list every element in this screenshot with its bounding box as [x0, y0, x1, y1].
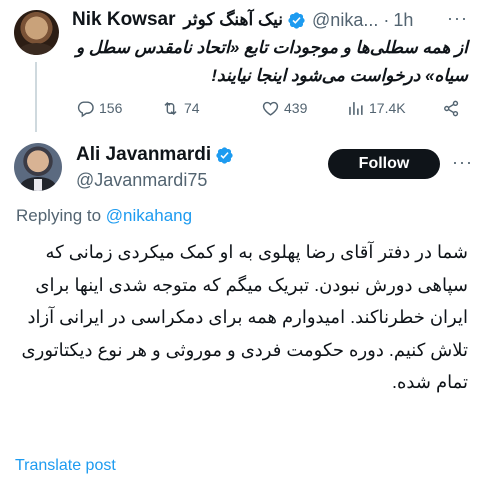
replying-to: Replying to @nikahang — [16, 206, 192, 226]
parent-tweet[interactable]: Nik Kowsar نیک آهنگ کوثر @nika... · 1h ·… — [0, 0, 482, 132]
thread-line — [35, 62, 37, 132]
reply-icon — [77, 100, 94, 117]
avatar[interactable] — [14, 143, 62, 191]
author-name-row: Ali Javanmardi — [76, 144, 234, 166]
like-icon — [262, 101, 279, 116]
more-icon[interactable]: ··· — [452, 152, 473, 173]
share-button[interactable] — [442, 99, 465, 118]
author-name[interactable]: Nik Kowsar — [72, 9, 175, 31]
tweet-text: از همه سطلی‌ها و موجودات تابع «اتحاد نام… — [75, 38, 468, 85]
retweet-icon — [164, 101, 177, 115]
reply-tweet[interactable]: Ali Javanmardi @Javanmardi75 Follow ··· … — [0, 132, 482, 500]
author-name[interactable]: Ali Javanmardi — [76, 144, 211, 166]
verified-badge-icon — [288, 11, 305, 29]
retweet-button[interactable]: 74 — [161, 99, 200, 118]
more-icon[interactable]: ··· — [447, 8, 468, 29]
translate-post-link[interactable]: Translate post — [15, 457, 116, 475]
views-icon — [349, 101, 363, 115]
views-count: 17.4K — [369, 100, 406, 116]
author-handle[interactable]: @Javanmardi75 — [76, 170, 207, 191]
reply-button[interactable]: 156 — [76, 99, 122, 118]
verified-badge-icon — [216, 146, 233, 164]
author-handle[interactable]: @nika... — [312, 10, 378, 31]
separator-dot: · — [383, 9, 390, 30]
author-name-persian[interactable]: نیک آهنگ کوثر — [183, 10, 283, 30]
reply-count: 156 — [99, 100, 123, 116]
timestamp[interactable]: 1h — [393, 10, 413, 31]
avatar-shoulders — [18, 43, 55, 55]
like-count: 439 — [284, 100, 308, 116]
avatar-shirt — [34, 179, 42, 191]
action-bar: 156 74 439 17.4K — [72, 97, 468, 119]
follow-button[interactable]: Follow — [328, 149, 440, 179]
tweet-header: Nik Kowsar نیک آهنگ کوثر @nika... · 1h ·… — [72, 8, 468, 32]
views-button[interactable]: 17.4K — [346, 99, 406, 118]
share-icon — [444, 100, 459, 116]
mention-link[interactable]: @nikahang — [106, 206, 192, 225]
retweet-count: 74 — [184, 100, 200, 116]
tweet-text: شما در دفتر آقای رضا پهلوی به او کمک میک… — [21, 242, 468, 393]
like-button[interactable]: 439 — [261, 99, 307, 118]
avatar[interactable] — [14, 10, 59, 55]
replying-to-label: Replying to — [16, 206, 102, 225]
